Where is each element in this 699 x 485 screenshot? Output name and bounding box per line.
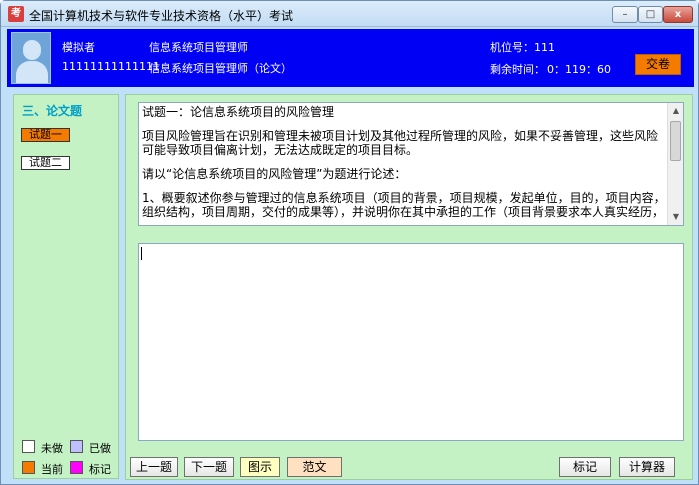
question-title: 试题一：论信息系统项目的风险管理 [142,105,335,119]
answer-input[interactable] [138,243,684,441]
legend-swatch-current [22,461,35,474]
section-title: 三、论文题 [22,104,83,118]
time-remaining-label: 剩余时间： [490,63,545,76]
scroll-up-icon[interactable]: ▲ [668,103,683,119]
exam-paper: 信息系统项目管理师（论文） [149,62,292,75]
sample-essay-button[interactable]: 范文 [287,457,342,477]
question-1-button[interactable]: 试题一 [21,128,70,142]
legend-label-unanswered: 未做 [41,442,63,455]
candidate-id: 11111111111111 [62,60,160,73]
close-button[interactable]: x [663,6,693,23]
app-icon: 考 [8,6,24,22]
candidate-header: 模拟者 11111111111111 信息系统项目管理师 信息系统项目管理师（论… [7,29,694,87]
submit-exam-button[interactable]: 交卷 [635,54,681,75]
time-remaining-value: 0：119：60 [547,63,611,76]
app-window: 考 全国计算机技术与软件专业技术资格（水平）考试 – □ x 模拟者 11111… [0,0,699,485]
legend-label-current: 当前 [41,463,63,476]
exam-name: 信息系统项目管理师 [149,41,248,54]
question-panel: 试题一：论信息系统项目的风险管理 项目风险管理旨在识别和管理未被项目计划及其他过… [125,94,693,480]
prev-question-button[interactable]: 上一题 [130,457,178,477]
seat-number: 机位号：111 [490,41,555,54]
avatar [11,32,51,84]
minimize-button[interactable]: – [612,6,638,23]
maximize-button[interactable]: □ [638,6,663,23]
status-legend: 未做 已做 当前 标记 [18,436,114,476]
text-caret [141,247,142,260]
question-2-button[interactable]: 试题二 [21,156,70,170]
legend-label-marked: 标记 [89,463,111,476]
legend-swatch-unanswered [22,440,35,453]
question-paragraph-2: 请以“论信息系统项目的风险管理”为题进行论述： [142,167,407,181]
calculator-button[interactable]: 计算器 [619,457,675,477]
window-title: 全国计算机技术与软件专业技术资格（水平）考试 [29,9,294,23]
question-text-area[interactable]: 试题一：论信息系统项目的风险管理 项目风险管理旨在识别和管理未被项目计划及其他过… [138,102,684,226]
next-question-button[interactable]: 下一题 [184,457,234,477]
candidate-name: 模拟者 [62,41,95,54]
scroll-thumb[interactable] [670,121,681,161]
question-nav-panel: 三、论文题 试题一 试题二 未做 已做 当前 标记 [13,94,119,479]
mark-button[interactable]: 标记 [559,457,611,477]
question-scrollbar[interactable]: ▲ ▼ [667,103,683,225]
question-paragraph-3: 1、概要叙述你参与管理过的信息系统项目（项目的背景，项目规模，发起单位，目的，项… [142,191,666,219]
title-bar: 考 全国计算机技术与软件专业技术资格（水平）考试 – □ x [1,1,698,27]
figure-button[interactable]: 图示 [240,457,280,477]
legend-swatch-marked [70,461,83,474]
question-content: 试题一：论信息系统项目的风险管理 项目风险管理旨在识别和管理未被项目计划及其他过… [142,105,666,225]
question-paragraph-1: 项目风险管理旨在识别和管理未被项目计划及其他过程所管理的风险，如果不妥善管理，这… [142,129,659,157]
legend-label-answered: 已做 [89,442,111,455]
avatar-body-shape [16,61,48,83]
scroll-down-icon[interactable]: ▼ [668,209,683,225]
legend-swatch-answered [70,440,83,453]
avatar-head-shape [23,40,41,60]
